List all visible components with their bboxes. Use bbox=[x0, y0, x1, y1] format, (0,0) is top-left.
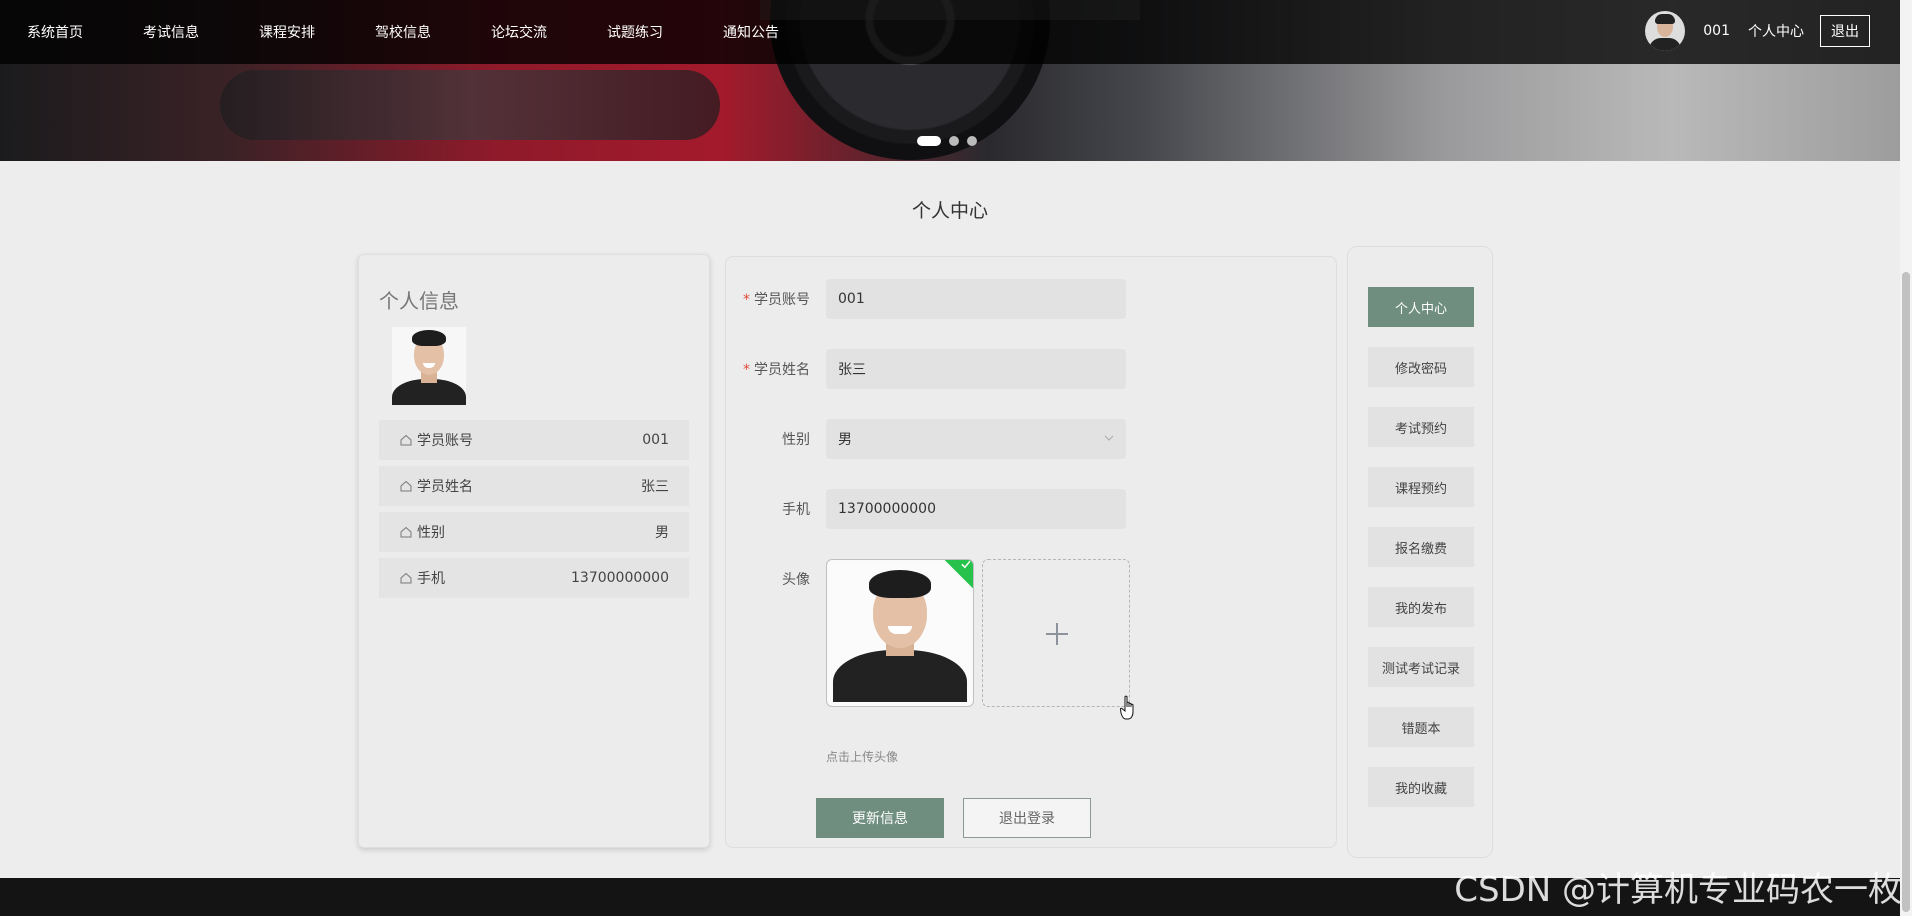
scrollbar-thumb[interactable] bbox=[1902, 272, 1910, 912]
profile-card: 个人信息 学员账号 001 学员姓名 张三 性别 男 手机 1370000000… bbox=[358, 254, 710, 848]
carousel-dot[interactable] bbox=[967, 136, 977, 146]
nav-item-practice[interactable]: 试题练习 bbox=[607, 22, 663, 42]
nav-item-exam-info[interactable]: 考试信息 bbox=[143, 22, 199, 42]
page-scrollbar[interactable] bbox=[1900, 0, 1912, 916]
profile-row-gender: 性别 男 bbox=[379, 512, 689, 552]
side-menu: 个人中心 修改密码 考试预约 课程预约 报名缴费 我的发布 测试考试记录 错题本… bbox=[1347, 246, 1493, 858]
home-icon bbox=[400, 480, 412, 492]
avatar-label: 头像 bbox=[782, 572, 810, 588]
account-input[interactable]: 001 bbox=[826, 279, 1126, 319]
logout-login-button[interactable]: 退出登录 bbox=[963, 798, 1091, 838]
phone-input[interactable]: 13700000000 bbox=[826, 489, 1126, 529]
name-label: * 学员姓名 bbox=[743, 362, 810, 378]
menu-item-my-posts[interactable]: 我的发布 bbox=[1368, 587, 1474, 627]
check-icon bbox=[961, 560, 971, 569]
nav-item-notice[interactable]: 通知公告 bbox=[723, 22, 779, 42]
home-icon bbox=[400, 526, 412, 538]
page-title: 个人中心 bbox=[911, 200, 988, 222]
avatar-preview[interactable] bbox=[826, 559, 974, 707]
nav-item-home[interactable]: 系统首页 bbox=[27, 22, 83, 42]
profile-row-name: 学员姓名 张三 bbox=[379, 466, 689, 506]
menu-item-change-password[interactable]: 修改密码 bbox=[1368, 347, 1474, 387]
logout-button[interactable]: 退出 bbox=[1820, 15, 1870, 47]
home-icon bbox=[400, 434, 412, 446]
profile-row-label: 性别 bbox=[417, 525, 445, 541]
profile-row-label: 学员账号 bbox=[417, 433, 473, 449]
name-input[interactable]: 张三 bbox=[826, 349, 1126, 389]
watermark: CSDN @计算机专业码农一枚 bbox=[1454, 870, 1902, 910]
carousel-dot[interactable] bbox=[949, 136, 959, 146]
menu-item-wrong-questions[interactable]: 错题本 bbox=[1368, 707, 1474, 747]
gender-label: 性别 bbox=[782, 432, 810, 448]
carousel-indicators bbox=[917, 136, 985, 146]
avatar-upload-button[interactable] bbox=[982, 559, 1130, 707]
profile-avatar bbox=[392, 327, 466, 405]
profile-row-phone: 手机 13700000000 bbox=[379, 558, 689, 598]
menu-item-registration-fee[interactable]: 报名缴费 bbox=[1368, 527, 1474, 567]
gender-select-value: 男 bbox=[838, 432, 852, 448]
user-name: 001 bbox=[1703, 23, 1730, 39]
profile-row-value: 张三 bbox=[641, 479, 669, 495]
user-center-link[interactable]: 个人中心 bbox=[1748, 21, 1804, 41]
profile-row-label: 手机 bbox=[417, 571, 445, 587]
profile-row-account: 学员账号 001 bbox=[379, 420, 689, 460]
profile-row-value: 13700000000 bbox=[571, 570, 669, 586]
nav-item-forum[interactable]: 论坛交流 bbox=[491, 22, 547, 42]
plus-icon bbox=[1046, 623, 1068, 645]
profile-row-value: 男 bbox=[655, 525, 669, 541]
account-label: * 学员账号 bbox=[743, 292, 810, 308]
nav-item-course-schedule[interactable]: 课程安排 bbox=[259, 22, 315, 42]
hand-cursor-icon bbox=[1120, 695, 1134, 720]
menu-item-exam-booking[interactable]: 考试预约 bbox=[1368, 407, 1474, 447]
phone-label: 手机 bbox=[782, 502, 810, 518]
profile-card-title: 个人信息 bbox=[379, 289, 459, 313]
user-area: 001 个人中心 退出 bbox=[1645, 11, 1870, 51]
gender-select[interactable]: 男 bbox=[826, 419, 1126, 459]
menu-item-course-booking[interactable]: 课程预约 bbox=[1368, 467, 1474, 507]
menu-item-test-records[interactable]: 测试考试记录 bbox=[1368, 647, 1474, 687]
menu-item-favorites[interactable]: 我的收藏 bbox=[1368, 767, 1474, 807]
carousel-dot[interactable] bbox=[917, 136, 941, 146]
menu-item-personal-center[interactable]: 个人中心 bbox=[1368, 287, 1474, 327]
nav-item-school-info[interactable]: 驾校信息 bbox=[375, 22, 431, 42]
profile-row-label: 学员姓名 bbox=[417, 479, 473, 495]
avatar-photo bbox=[831, 564, 969, 702]
update-info-button[interactable]: 更新信息 bbox=[816, 798, 944, 838]
upload-tip: 点击上传头像 bbox=[826, 750, 899, 764]
avatar[interactable] bbox=[1645, 11, 1686, 51]
banner-image-bumper bbox=[220, 70, 720, 140]
profile-row-value: 001 bbox=[642, 432, 669, 448]
profile-form: * 学员账号 001 * 学员姓名 张三 性别 男 手机 13700000000 头… bbox=[725, 256, 1337, 848]
home-icon bbox=[400, 572, 412, 584]
chevron-down-icon bbox=[1104, 435, 1114, 441]
